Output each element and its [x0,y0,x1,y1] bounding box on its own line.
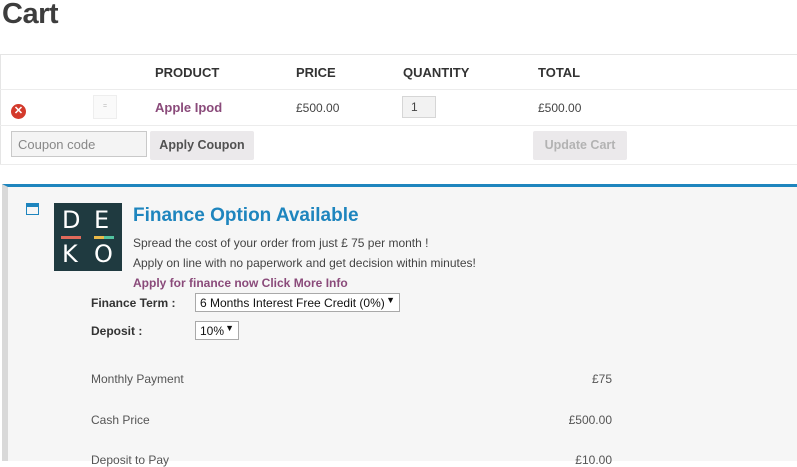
deposit-select[interactable]: 10% ▼ [195,321,239,340]
page-title: Cart [2,0,59,30]
finance-description: Spread the cost of your order from just … [133,236,429,250]
finance-description: Apply on line with no paperwork and get … [133,256,476,270]
logo-letter: E [94,206,110,234]
logo-letter: O [94,240,113,268]
divider [0,164,797,165]
finance-term-value: 6 Months Interest Free Credit (0%) [200,296,385,310]
product-total: £500.00 [538,101,582,115]
column-header-quantity: QUANTITY [403,65,470,80]
deko-logo: D E K O [54,203,122,271]
divider [0,89,797,90]
column-header-product: PRODUCT [155,65,220,80]
dropdown-arrow-icon: ▼ [386,295,395,305]
apply-coupon-button[interactable]: Apply Coupon [150,131,254,160]
window-icon [26,203,39,215]
cash-price-label: Cash Price [91,413,150,427]
deposit-label: Deposit : [91,324,143,338]
coupon-code-input[interactable]: Coupon code [11,131,147,157]
monthly-payment-label: Monthly Payment [91,372,184,386]
deposit-to-pay-value: £10.00 [575,453,612,467]
quantity-input[interactable]: 1 [402,96,436,118]
update-cart-button[interactable]: Update Cart [533,131,627,160]
column-header-price: PRICE [296,65,336,80]
logo-bar [94,236,114,239]
finance-term-select[interactable]: 6 Months Interest Free Credit (0%) ▼ [195,293,400,312]
product-thumbnail[interactable]: = [93,95,117,119]
product-name-link[interactable]: Apple Ipod [155,100,222,115]
monthly-payment-value: £75 [591,372,612,386]
column-header-total: TOTAL [538,65,581,80]
product-price: £500.00 [296,101,340,115]
deposit-to-pay-label: Deposit to Pay [91,453,170,467]
logo-letter: D [62,206,81,234]
logo-letter: K [62,240,78,268]
remove-item-icon[interactable]: ✕ [11,104,26,119]
cash-price-value: £500.00 [568,413,612,427]
finance-term-label: Finance Term : [91,296,176,310]
finance-title: Finance Option Available [133,205,359,226]
dropdown-arrow-icon: ▼ [225,323,234,333]
logo-bar [61,236,81,239]
divider [0,125,797,126]
apply-finance-link[interactable]: Apply for finance now Click More Info [133,276,348,290]
deposit-value: 10% [200,324,225,338]
